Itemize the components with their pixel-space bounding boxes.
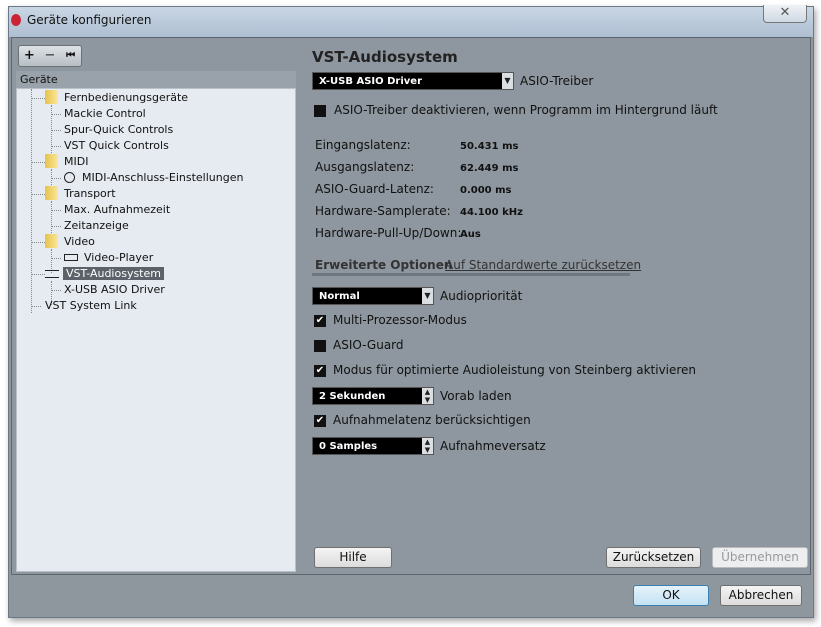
folder-icon [45, 90, 58, 104]
tree-label: Video-Player [84, 251, 154, 264]
audio-wave-icon [45, 270, 59, 278]
cancel-button[interactable]: Abbrechen [720, 585, 802, 606]
record-latency-label: Aufnahmelatenz berücksichtigen [333, 413, 531, 427]
device-tree: Fernbedienungsgeräte Mackie Control Spur… [16, 88, 296, 572]
tree-label: VST-Audiosystem [63, 267, 164, 280]
tree-item-vst-system-link[interactable]: VST System Link [45, 298, 137, 314]
reset-defaults-link[interactable]: Auf Standardwerte zurücksetzen [445, 258, 641, 272]
spinner-arrows-icon[interactable]: ▲ ▼ [422, 388, 433, 404]
tree-item-fernbedienungsgeraete[interactable]: Fernbedienungsgeräte [45, 90, 188, 106]
folder-icon [45, 186, 58, 200]
tree-item-zeitanzeige[interactable]: Zeitanzeige [64, 218, 129, 234]
midi-port-icon [64, 172, 75, 183]
app-icon [11, 14, 21, 26]
ok-button[interactable]: OK [633, 585, 709, 606]
info-value: 0.000 ms [460, 185, 512, 196]
dialog-window: Geräte konfigurieren ✕ + − ⏮ Geräte Fern… [8, 5, 814, 618]
asio-driver-dropdown[interactable]: X-USB ASIO Driver ▼ [312, 72, 514, 90]
info-label: Hardware-Samplerate: [315, 204, 451, 218]
tab-erweiterte-optionen[interactable]: Erweiterte Optionen [315, 258, 452, 272]
tree-item-x-usb-asio-driver[interactable]: X-USB ASIO Driver [64, 282, 165, 298]
tree-item-midi[interactable]: MIDI [45, 154, 88, 170]
info-value: 62.449 ms [460, 163, 519, 174]
record-latency-checkbox[interactable]: ✔ [314, 415, 326, 427]
tab-divider [312, 273, 630, 276]
asio-driver-label: ASIO-Treiber [520, 74, 594, 88]
steinberg-mode-label: Modus für optimierte Audioleistung von S… [333, 363, 697, 377]
tree-label: Transport [64, 187, 116, 200]
tree-label: Video [64, 235, 95, 248]
folder-icon [45, 154, 58, 168]
tree-label: MIDI [64, 155, 89, 168]
tree-item-midi-anschluss[interactable]: MIDI-Anschluss-Einstellungen [64, 170, 243, 186]
spinner-value: 2 Sekunden [319, 391, 386, 402]
remove-device-button[interactable]: − [40, 46, 61, 66]
add-device-button[interactable]: + [19, 46, 40, 66]
tree-item-spur-quick-controls[interactable]: Spur-Quick Controls [64, 122, 173, 138]
tree-header: Geräte [16, 71, 296, 88]
tree-item-mackie-control[interactable]: Mackie Control [64, 106, 146, 122]
info-value: 44.100 kHz [460, 207, 523, 218]
record-offset-label: Aufnahmeversatz [440, 439, 546, 453]
asio-guard-checkbox[interactable] [314, 340, 326, 352]
steinberg-mode-checkbox[interactable]: ✔ [314, 365, 326, 377]
main-area: + − ⏮ Geräte Fernbedienungsgeräte Mackie… [11, 37, 811, 575]
tree-toolbar: + − ⏮ [18, 45, 82, 67]
tree-label: Fernbedienungsgeräte [64, 91, 189, 104]
dropdown-value: X-USB ASIO Driver [319, 76, 423, 87]
spinner-value: 0 Samples [319, 441, 378, 452]
chevron-down-icon: ▼ [502, 73, 513, 89]
panel-title: VST-Audiosystem [312, 48, 458, 66]
asio-guard-label: ASIO-Guard [333, 338, 404, 352]
info-label: Ausgangslatenz: [315, 160, 415, 174]
audio-priority-label: Audiopriorität [440, 289, 523, 303]
multi-processor-label: Multi-Prozessor-Modus [333, 313, 467, 327]
record-offset-spinner[interactable]: 0 Samples ▲ ▼ [312, 437, 434, 455]
tree-item-transport[interactable]: Transport [45, 186, 116, 202]
chevron-down-icon: ▼ [422, 288, 433, 304]
tree-item-video-player[interactable]: Video-Player [64, 250, 153, 266]
deactivate-label: ASIO-Treiber deaktivieren, wenn Programm… [334, 103, 718, 117]
info-value: 50.431 ms [460, 141, 519, 152]
tree-item-max-aufnahmezeit[interactable]: Max. Aufnahmezeit [64, 202, 170, 218]
settings-panel: VST-Audiosystem X-USB ASIO Driver ▼ ASIO-… [304, 38, 810, 574]
reset-device-button[interactable]: ⏮ [60, 46, 81, 66]
multi-processor-checkbox[interactable]: ✔ [314, 315, 326, 327]
audio-priority-dropdown[interactable]: Normal ▼ [312, 287, 434, 305]
folder-icon [45, 234, 58, 248]
tree-label: MIDI-Anschluss-Einstellungen [82, 171, 244, 184]
window-title: Geräte konfigurieren [27, 13, 152, 27]
info-value: Aus [460, 229, 481, 240]
apply-button[interactable]: Übernehmen [712, 547, 808, 568]
dropdown-value: Normal [319, 291, 360, 302]
reset-button[interactable]: Zurücksetzen [606, 547, 701, 568]
tree-item-vst-audiosystem[interactable]: VST-Audiosystem [45, 266, 164, 282]
preload-label: Vorab laden [440, 389, 512, 403]
info-label: ASIO-Guard-Latenz: [315, 182, 434, 196]
tree-item-video[interactable]: Video [45, 234, 95, 250]
info-label: Hardware-Pull-Up/Down: [315, 226, 462, 240]
video-icon [64, 254, 78, 261]
tree-item-vst-quick-controls[interactable]: VST Quick Controls [64, 138, 169, 154]
spinner-arrows-icon[interactable]: ▲ ▼ [422, 438, 433, 454]
close-button[interactable]: ✕ [763, 5, 807, 23]
info-label: Eingangslatenz: [315, 138, 411, 152]
preload-spinner[interactable]: 2 Sekunden ▲ ▼ [312, 387, 434, 405]
deactivate-checkbox[interactable] [314, 105, 326, 117]
help-button[interactable]: Hilfe [314, 547, 392, 568]
